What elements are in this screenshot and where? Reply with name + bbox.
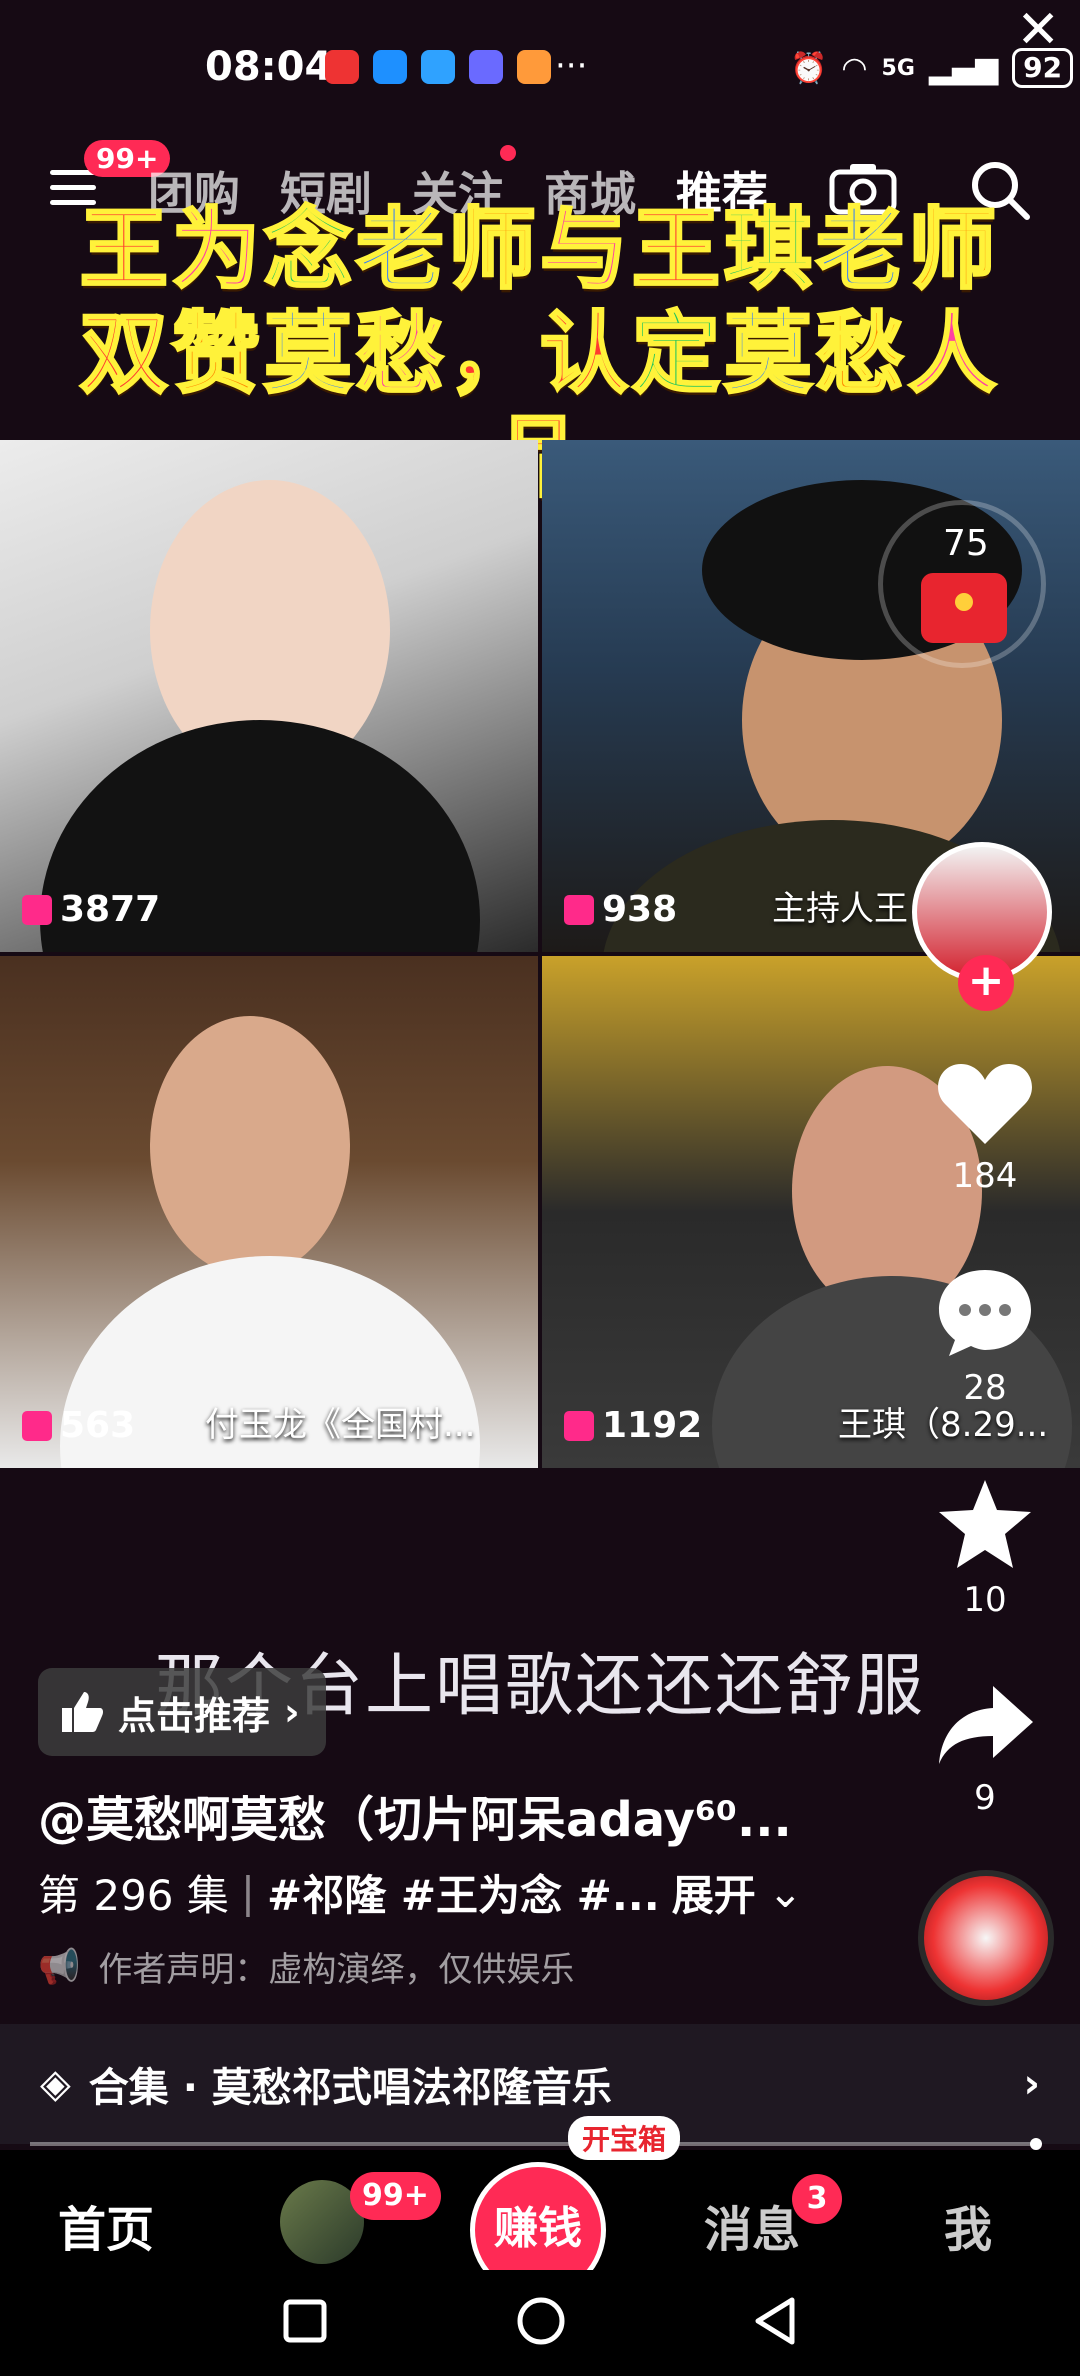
status-bar: 08:04 ··· ⏰ ◠ 5G ▂▄▆ 92 ✕	[0, 0, 1080, 130]
title-char: 琪	[723, 197, 817, 303]
gallery-app-icon	[517, 50, 551, 84]
tile-host-name: 主持人王	[772, 889, 908, 929]
title-char: 王	[78, 197, 172, 303]
wifi-icon: ◠	[841, 50, 868, 86]
disclaimer-text: 作者声明：虚构演绎，仅供娱乐	[98, 1950, 575, 1990]
red-envelope-widget[interactable]: 75	[878, 500, 1046, 668]
search-app-icon	[373, 50, 407, 84]
share-count: 9	[974, 1778, 996, 1818]
title-char: 与	[538, 197, 633, 303]
title-char: 人	[907, 301, 1001, 407]
like-button[interactable]: 184	[930, 1058, 1040, 1196]
music-app-icon	[469, 50, 503, 84]
heart-icon	[938, 1064, 1032, 1144]
title-char: 老	[354, 197, 448, 303]
status-more-icon: ···	[555, 46, 588, 86]
follow-button[interactable]: +	[958, 955, 1014, 1011]
title-char: 双	[78, 301, 172, 407]
author-disclaimer: 📢 作者声明：虚构演绎，仅供娱乐	[38, 1942, 574, 1991]
hashtags[interactable]: #祁隆 #王为念 #...	[267, 1862, 660, 1923]
red-envelope-icon	[921, 573, 1007, 643]
episode-label: 第 296 集	[38, 1871, 229, 1920]
comment-button[interactable]: 28	[930, 1264, 1040, 1408]
title-char: ，	[446, 301, 540, 407]
episode-line: 第 296 集 | #祁隆 #王为念 #... 展开 ⌄	[38, 1862, 803, 1923]
nav-messages[interactable]: 消息	[704, 2190, 800, 2260]
video-tile-3: 563 付玉龙《全国村...	[0, 956, 538, 1468]
thumbs-up-icon	[62, 1692, 104, 1732]
signal-icon: ▂▄▆	[928, 50, 999, 86]
notification-icons	[325, 50, 551, 84]
video-progress-bar[interactable]	[30, 2142, 1040, 2146]
tile-gift-count: 938	[564, 889, 677, 930]
favorite-count: 10	[963, 1580, 1007, 1620]
home-circle-icon[interactable]	[514, 2294, 568, 2348]
like-count: 184	[952, 1156, 1018, 1196]
recent-apps-icon[interactable]	[280, 2296, 330, 2346]
comment-count: 28	[963, 1368, 1007, 1408]
megaphone-icon: 📢	[38, 1946, 81, 1987]
title-char: 莫	[723, 301, 817, 407]
huawei-app-icon	[325, 50, 359, 84]
author-handle[interactable]: @莫愁啊莫愁（切片阿呆aday⁶⁰...	[38, 1780, 792, 1850]
tile-gift-count: 3877	[22, 889, 160, 930]
treasure-box-tag[interactable]: 开宝箱	[568, 2116, 681, 2160]
title-char: 为	[170, 197, 264, 303]
title-char: 赞	[170, 301, 264, 407]
title-char: 师	[907, 197, 1001, 303]
back-triangle-icon[interactable]	[750, 2294, 800, 2348]
share-button[interactable]: 9	[930, 1680, 1040, 1818]
title-char: 定	[631, 301, 725, 407]
favorite-button[interactable]: 10	[930, 1476, 1040, 1620]
share-arrow-icon	[939, 1686, 1033, 1764]
collection-bar[interactable]: ◈ 合集 · 莫愁祁式唱法祁隆音乐 ›	[0, 2024, 1080, 2144]
video-title-line-1: 王为念老师与王琪老师	[40, 197, 1040, 303]
gift-icon	[564, 894, 594, 925]
person-silhouette	[150, 1016, 350, 1276]
chevron-right-icon: ›	[284, 1690, 300, 1734]
expand-button[interactable]: 展开	[672, 1862, 756, 1923]
red-envelope-count: 75	[943, 523, 989, 564]
tile-gift-count: 1192	[564, 1405, 702, 1446]
bottom-nav: 首页 99+ 赚钱 消息 3 我	[0, 2150, 1080, 2298]
gift-icon	[564, 1410, 594, 1441]
music-disc[interactable]	[918, 1870, 1054, 2006]
title-char: 莫	[262, 301, 356, 407]
recommend-button[interactable]: 点击推荐 ›	[38, 1668, 326, 1756]
collection-label: 合集 · 莫愁祁式唱法祁隆音乐	[88, 2065, 612, 2111]
title-char: 愁	[354, 301, 448, 407]
following-dot	[500, 145, 516, 161]
gift-icon	[22, 894, 52, 925]
title-char: 老	[815, 197, 909, 303]
comment-icon	[939, 1270, 1031, 1356]
network-type: 5G	[881, 55, 915, 81]
red-envelope-clasp	[955, 593, 973, 611]
recommend-label: 点击推荐	[118, 1693, 271, 1738]
close-icon[interactable]: ✕	[1016, 0, 1060, 60]
status-time: 08:04	[205, 44, 333, 90]
star-icon	[939, 1480, 1031, 1568]
tile-gift-count: 563	[22, 1405, 135, 1446]
alarm-icon: ⏰	[790, 50, 828, 86]
weather-app-icon	[421, 50, 455, 84]
nav-messages-badge: 3	[792, 2174, 842, 2224]
gift-icon	[22, 1410, 52, 1441]
tile-host-name: 付玉龙《全国村...	[205, 1405, 476, 1445]
layers-icon: ◈	[40, 2061, 71, 2107]
video-progress-handle[interactable]	[1030, 2138, 1042, 2150]
title-char: 王	[631, 197, 725, 303]
title-char: 念	[262, 197, 356, 303]
divider: |	[240, 1868, 256, 1917]
system-nav-bar	[0, 2270, 1080, 2376]
chevron-right-icon: ›	[1023, 2061, 1040, 2107]
video-tile-1: 3877	[0, 440, 538, 952]
nav-me[interactable]: 我	[944, 2190, 992, 2260]
chevron-down-icon: ⌄	[767, 1868, 803, 1917]
title-char: 认	[538, 301, 633, 407]
title-char: 师	[446, 197, 540, 303]
nav-friends-badge: 99+	[350, 2172, 441, 2220]
title-char: 愁	[815, 301, 909, 407]
nav-home[interactable]: 首页	[58, 2190, 154, 2260]
